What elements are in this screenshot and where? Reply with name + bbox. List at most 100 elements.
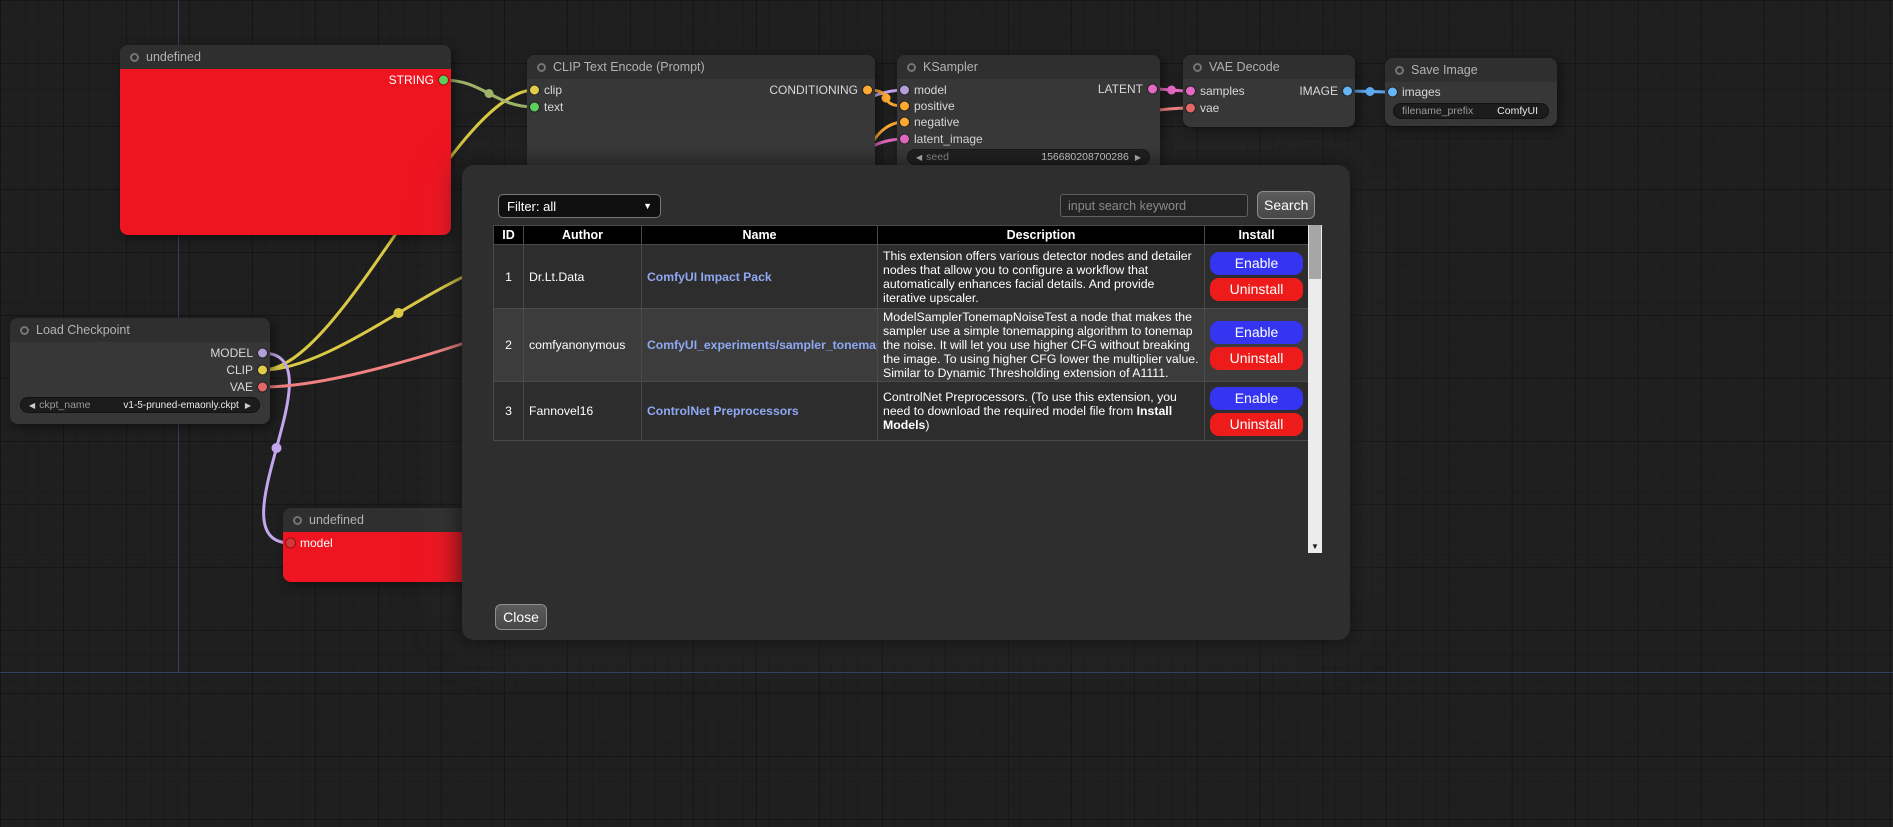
image-output-port[interactable]	[1343, 87, 1352, 96]
node-title-bar[interactable]: VAE Decode	[1183, 55, 1355, 79]
output-slot-vae: VAE	[230, 380, 270, 394]
input-slot-model: model	[897, 83, 947, 97]
slot-label: vae	[1200, 101, 1219, 115]
slot-label: latent_image	[914, 132, 983, 146]
vae-input-port[interactable]	[1186, 104, 1195, 113]
col-header-id: ID	[494, 226, 524, 245]
latent-image-input-port[interactable]	[900, 135, 909, 144]
node-title: Load Checkpoint	[36, 323, 130, 337]
node-title: undefined	[309, 513, 364, 527]
slot-label: positive	[914, 99, 955, 113]
extension-link[interactable]: ControlNet Preprocessors	[647, 404, 799, 418]
decrement-arrow-icon[interactable]: ◀	[25, 401, 39, 410]
cell-id: 2	[494, 309, 524, 382]
table-row: 3 Fannovel16 ControlNet Preprocessors Co…	[494, 382, 1309, 441]
scrollbar-down-arrow-icon[interactable]: ▼	[1308, 539, 1322, 553]
input-slot-samples: samples	[1183, 84, 1245, 98]
model-input-port[interactable]	[900, 86, 909, 95]
col-header-name: Name	[642, 226, 878, 245]
output-slot-string: STRING	[389, 73, 451, 87]
extension-table: ID Author Name Description Install 1 Dr.…	[493, 225, 1308, 441]
clip-output-port[interactable]	[258, 366, 267, 375]
input-slot-text: text	[527, 100, 563, 114]
increment-arrow-icon[interactable]: ▶	[1131, 153, 1145, 162]
model-output-port[interactable]	[258, 349, 267, 358]
widget-label: ckpt_name	[39, 399, 90, 411]
slot-label: IMAGE	[1299, 84, 1338, 98]
node-title-bar[interactable]: KSampler	[897, 55, 1160, 79]
enable-button[interactable]: Enable	[1210, 387, 1303, 410]
filename-prefix-widget[interactable]: filename_prefix ComfyUI	[1393, 103, 1549, 119]
slot-label: negative	[914, 115, 959, 129]
model-input-port[interactable]	[286, 539, 295, 548]
slot-label: STRING	[389, 73, 434, 87]
filter-select-wrap: Filter: all ▼	[498, 194, 661, 218]
collapse-dot-icon[interactable]	[1193, 63, 1202, 72]
collapse-dot-icon[interactable]	[1395, 66, 1404, 75]
node-vae-decode[interactable]: VAE Decode samples vae IMAGE	[1183, 55, 1355, 127]
extension-manager-dialog: Filter: all ▼ Search ID Author Name Desc…	[462, 165, 1350, 640]
table-scrollbar[interactable]: ▼	[1308, 225, 1322, 553]
images-input-port[interactable]	[1388, 88, 1397, 97]
negative-input-port[interactable]	[900, 118, 909, 127]
node-title: Save Image	[1411, 63, 1478, 77]
node-undefined-string[interactable]: undefined STRING	[120, 45, 451, 235]
uninstall-button[interactable]: Uninstall	[1210, 278, 1303, 301]
search-input[interactable]	[1060, 194, 1248, 217]
col-header-description: Description	[878, 226, 1205, 245]
table-row: 1 Dr.Lt.Data ComfyUI Impact Pack This ex…	[494, 245, 1309, 309]
search-button[interactable]: Search	[1257, 191, 1315, 219]
ckpt-name-widget[interactable]: ◀ ckpt_name v1-5-pruned-emaonly.ckpt ▶	[20, 397, 260, 413]
table-header-row: ID Author Name Description Install	[494, 226, 1309, 245]
slot-label: samples	[1200, 84, 1245, 98]
node-error-body	[120, 69, 451, 235]
input-slot-clip: clip	[527, 83, 562, 97]
node-title: CLIP Text Encode (Prompt)	[553, 60, 705, 74]
extension-link[interactable]: ComfyUI Impact Pack	[647, 270, 772, 284]
collapse-dot-icon[interactable]	[907, 63, 916, 72]
slot-label: CLIP	[226, 363, 253, 377]
latent-output-port[interactable]	[1148, 85, 1157, 94]
clip-input-port[interactable]	[530, 86, 539, 95]
slot-label: text	[544, 100, 563, 114]
vae-output-port[interactable]	[258, 383, 267, 392]
collapse-dot-icon[interactable]	[20, 326, 29, 335]
string-output-port[interactable]	[439, 76, 448, 85]
cell-author: comfyanonymous	[524, 309, 642, 382]
comfyui-canvas[interactable]: undefined STRING CLIP Text Encode (Promp…	[0, 0, 1893, 827]
node-title-bar[interactable]: undefined	[120, 45, 451, 69]
increment-arrow-icon[interactable]: ▶	[241, 401, 255, 410]
decrement-arrow-icon[interactable]: ◀	[912, 153, 926, 162]
cell-description: ModelSamplerTonemapNoiseTest a node that…	[878, 309, 1205, 382]
conditioning-output-port[interactable]	[863, 86, 872, 95]
collapse-dot-icon[interactable]	[537, 63, 546, 72]
node-title-bar[interactable]: Load Checkpoint	[10, 318, 270, 342]
uninstall-button[interactable]: Uninstall	[1210, 347, 1303, 370]
collapse-dot-icon[interactable]	[130, 53, 139, 62]
collapse-dot-icon[interactable]	[293, 516, 302, 525]
node-title-bar[interactable]: CLIP Text Encode (Prompt)	[527, 55, 875, 79]
input-slot-latent-image: latent_image	[897, 132, 983, 146]
output-slot-clip: CLIP	[226, 363, 270, 377]
uninstall-button[interactable]: Uninstall	[1210, 413, 1303, 436]
widget-value: v1-5-pruned-emaonly.ckpt	[123, 400, 240, 411]
table-row: 2 comfyanonymous ComfyUI_experiments/sam…	[494, 309, 1309, 382]
extension-link[interactable]: ComfyUI_experiments/sampler_tonemap	[647, 338, 878, 352]
node-save-image[interactable]: Save Image images filename_prefix ComfyU…	[1385, 58, 1557, 126]
seed-widget[interactable]: ◀ seed 156680208700286 ▶	[907, 149, 1150, 165]
node-load-checkpoint[interactable]: Load Checkpoint MODEL CLIP VAE ◀ ckpt_na…	[10, 318, 270, 424]
enable-button[interactable]: Enable	[1210, 321, 1303, 344]
close-button[interactable]: Close	[495, 604, 547, 630]
enable-button[interactable]: Enable	[1210, 252, 1303, 275]
output-slot-image: IMAGE	[1299, 84, 1355, 98]
widget-value: ComfyUI	[1497, 105, 1540, 117]
node-title-bar[interactable]: Save Image	[1385, 58, 1557, 82]
input-slot-negative: negative	[897, 115, 959, 129]
scrollbar-thumb[interactable]	[1309, 225, 1321, 279]
positive-input-port[interactable]	[900, 102, 909, 111]
filter-select[interactable]: Filter: all	[498, 194, 661, 218]
input-slot-images: images	[1385, 85, 1441, 99]
widget-value: 156680208700286	[1041, 151, 1131, 163]
text-input-port[interactable]	[530, 103, 539, 112]
samples-input-port[interactable]	[1186, 87, 1195, 96]
